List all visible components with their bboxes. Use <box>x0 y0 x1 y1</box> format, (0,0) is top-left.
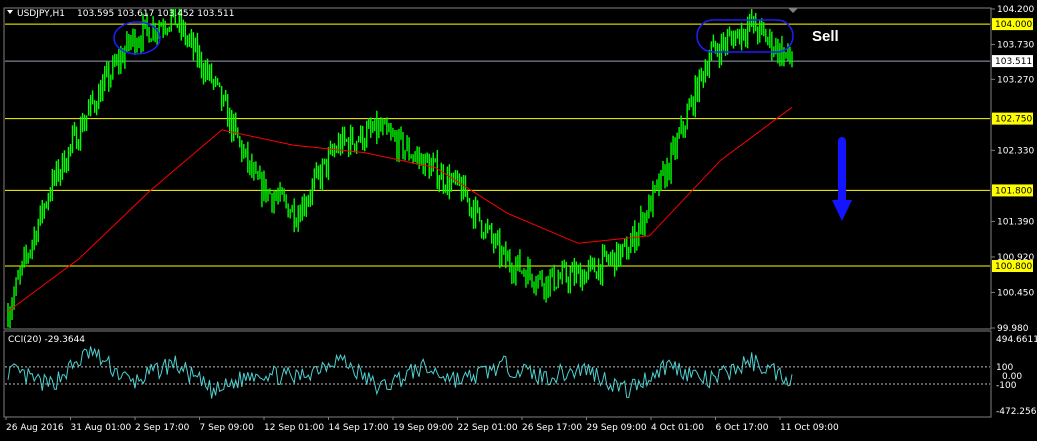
chart-shift-marker-icon[interactable] <box>788 8 798 13</box>
sell-label: Sell <box>812 28 839 45</box>
cci-level-minus-100: -100 <box>996 381 1017 391</box>
moving-average-line <box>7 106 793 312</box>
time-tick-label: 11 Oct 09:00 <box>780 423 839 433</box>
price-series <box>7 9 793 328</box>
cci-scale-top: 494.6611 <box>996 335 1037 345</box>
price-tick-label: 104.200 <box>997 5 1034 15</box>
level-price-label: 104.000 <box>995 20 1032 30</box>
level-price-label: 100.800 <box>995 262 1032 272</box>
ohlc-values: 103.595 103.617 103.452 103.511 <box>77 9 234 19</box>
cci-axis: 494.6611 100 0.00 -100 -472.2561 <box>996 335 1037 417</box>
time-tick-label: 7 Sep 09:00 <box>200 423 255 433</box>
time-tick-label: 14 Sep 17:00 <box>329 423 389 433</box>
cci-panel-frame <box>3 330 992 418</box>
time-axis: 26 Aug 2016 31 Aug 01:00 2 Sep 17:00 7 Sep … <box>5 417 839 433</box>
cci-indicator-label: CCI(20) -29.3644 <box>8 335 85 345</box>
cci-scale-bottom: -472.2561 <box>996 407 1037 417</box>
level-price-label: 102.750 <box>995 115 1032 125</box>
symbol-label: USDJPY,H1 <box>17 9 65 19</box>
price-axis: 104.200103.730103.270102.330101.390100.9… <box>991 5 1034 334</box>
cci-plot-area <box>5 346 990 399</box>
time-tick-label: 6 Oct 17:00 <box>716 423 769 433</box>
time-tick-label: 26 Aug 2016 <box>6 423 64 433</box>
price-tick-label: 102.330 <box>997 146 1034 156</box>
time-tick-label: 22 Sep 01:00 <box>458 423 518 433</box>
time-tick-label: 12 Sep 01:00 <box>264 423 324 433</box>
time-tick-label: 19 Sep 09:00 <box>393 423 453 433</box>
price-tick-label: 103.270 <box>997 75 1034 85</box>
sell-arrow-icon <box>832 137 852 221</box>
cci-line <box>7 346 793 399</box>
price-tick-label: 99.980 <box>997 324 1029 334</box>
time-tick-label: 29 Sep 09:00 <box>587 423 647 433</box>
collapse-triangle-icon[interactable] <box>7 10 13 14</box>
price-tick-label: 101.390 <box>997 217 1034 227</box>
current-price-label: 103.511 <box>995 57 1032 67</box>
time-tick-label: 4 Oct 01:00 <box>651 423 704 433</box>
time-tick-label: 31 Aug 01:00 <box>71 423 132 433</box>
price-tick-label: 103.730 <box>997 41 1034 51</box>
time-tick-label: 26 Sep 17:00 <box>522 423 582 433</box>
price-tick-label: 100.450 <box>997 288 1034 298</box>
time-tick-label: 2 Sep 17:00 <box>135 423 190 433</box>
chart-canvas: USDJPY,H1 103.595 103.617 103.452 103.51… <box>3 5 1037 433</box>
level-price-label: 101.800 <box>995 186 1032 196</box>
